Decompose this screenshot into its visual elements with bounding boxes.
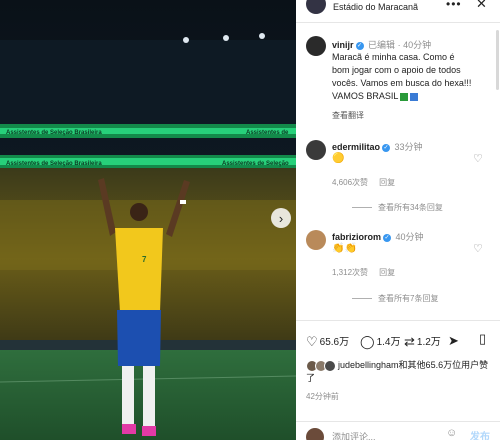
view-replies[interactable]: 查看所有7条回复 xyxy=(352,293,438,304)
repost-icon[interactable]: ⇄ xyxy=(404,334,415,349)
caption-time: 40分钟 xyxy=(403,40,432,50)
banner-text-2: Assistentes de Seleção Brasileira xyxy=(6,161,102,167)
banner-text-3: Assistentes de xyxy=(246,130,289,136)
post-time: 42分钟前 xyxy=(306,392,339,401)
post-sidebar: Estádio do Maracanã ••• ✕ vinijr ✓ 已编辑 · … xyxy=(296,0,500,440)
flag-icon xyxy=(400,92,409,101)
bookmark-icon[interactable]: ▯ xyxy=(479,331,486,347)
like-action[interactable]: ♡ 65.6万 xyxy=(306,333,349,350)
comment-username[interactable]: fabriziorom xyxy=(332,232,381,242)
avatar[interactable] xyxy=(306,140,326,160)
comment-likes: 1,312次赞 xyxy=(332,268,369,277)
emoji-icon[interactable]: ☺ xyxy=(446,427,457,439)
comment-meta: 1,312次赞 回复 xyxy=(332,267,395,278)
action-bar: ♡ 65.6万 ◯ 1.4万 ⇄ 1.2万 ➤ ▯ judebellingham和其他… xyxy=(296,320,500,440)
repost-action[interactable]: ⇄ 1.2万 xyxy=(404,333,441,350)
floodlight xyxy=(223,35,229,41)
jersey-number: 7 xyxy=(142,255,147,264)
avatar xyxy=(306,428,324,440)
close-icon[interactable]: ✕ xyxy=(476,0,487,12)
see-translation-link[interactable]: 查看翻译 xyxy=(332,110,364,121)
floodlight xyxy=(259,33,265,39)
post-header: Estádio do Maracanã ••• ✕ xyxy=(296,0,500,23)
comment-time: 33分钟 xyxy=(394,142,423,152)
scrollbar[interactable] xyxy=(496,30,499,90)
comment-action[interactable]: ◯ 1.4万 xyxy=(360,333,400,350)
caption-username[interactable]: vinijr xyxy=(332,40,354,50)
reply-button[interactable]: 回复 xyxy=(379,268,395,277)
add-comment-bar: 添加评论... ☺ 发布 xyxy=(296,421,500,440)
chevron-right-icon[interactable]: › xyxy=(271,208,291,228)
comment-icon[interactable]: ◯ xyxy=(360,334,375,349)
comment-header: edermilitao ✓ 33分钟 xyxy=(332,140,423,153)
reply-button[interactable]: 回复 xyxy=(379,178,395,187)
badge-icon xyxy=(410,92,419,101)
comment-body: 🟡 xyxy=(332,153,345,164)
verified-icon: ✓ xyxy=(355,41,364,50)
comment-likes: 4,606次赞 xyxy=(332,178,369,187)
comment-body: 👏👏 xyxy=(332,243,357,254)
post-button[interactable]: 发布 xyxy=(470,428,490,440)
heart-icon[interactable]: ♡ xyxy=(473,152,483,165)
comment-username[interactable]: edermilitao xyxy=(332,142,380,152)
verified-icon: ✓ xyxy=(382,143,391,152)
banner-text-4: Assistentes de Seleção xyxy=(222,161,289,167)
heart-icon[interactable]: ♡ xyxy=(473,242,483,255)
caption-text: Maracã é minha casa. Como é bom jogar co… xyxy=(332,52,472,101)
avatar xyxy=(324,359,336,372)
share-action[interactable]: ➤ xyxy=(448,333,461,349)
banner-text-1: Assistentes de Seleção Brasileira xyxy=(6,130,102,136)
verified-icon: ✓ xyxy=(383,233,392,242)
post-photo[interactable]: Assistentes de Seleção Brasileira Assist… xyxy=(0,0,296,440)
view-replies[interactable]: 查看所有34条回复 xyxy=(352,202,443,213)
caption-header: vinijr ✓ 已编辑 · 40分钟 xyxy=(332,40,432,50)
avatar[interactable] xyxy=(306,36,326,56)
share-icon[interactable]: ➤ xyxy=(448,333,459,348)
avatar[interactable] xyxy=(306,0,326,14)
heart-icon[interactable]: ♡ xyxy=(306,334,318,349)
liked-by[interactable]: judebellingham和其他65.6万位用户赞了 xyxy=(306,359,496,384)
comment-input[interactable]: 添加评论... xyxy=(332,430,376,440)
edited-label: 已编辑 xyxy=(368,40,396,50)
location-link[interactable]: Estádio do Maracanã xyxy=(333,2,418,12)
stadium-image: Assistentes de Seleção Brasileira Assist… xyxy=(0,0,296,440)
comment-meta: 4,606次赞 回复 xyxy=(332,177,395,188)
comment-time: 40分钟 xyxy=(395,232,424,242)
floodlight xyxy=(183,37,189,43)
more-dots-icon[interactable]: ••• xyxy=(446,0,462,11)
avatar[interactable] xyxy=(306,230,326,250)
comment-header: fabriziorom ✓ 40分钟 xyxy=(332,230,424,243)
